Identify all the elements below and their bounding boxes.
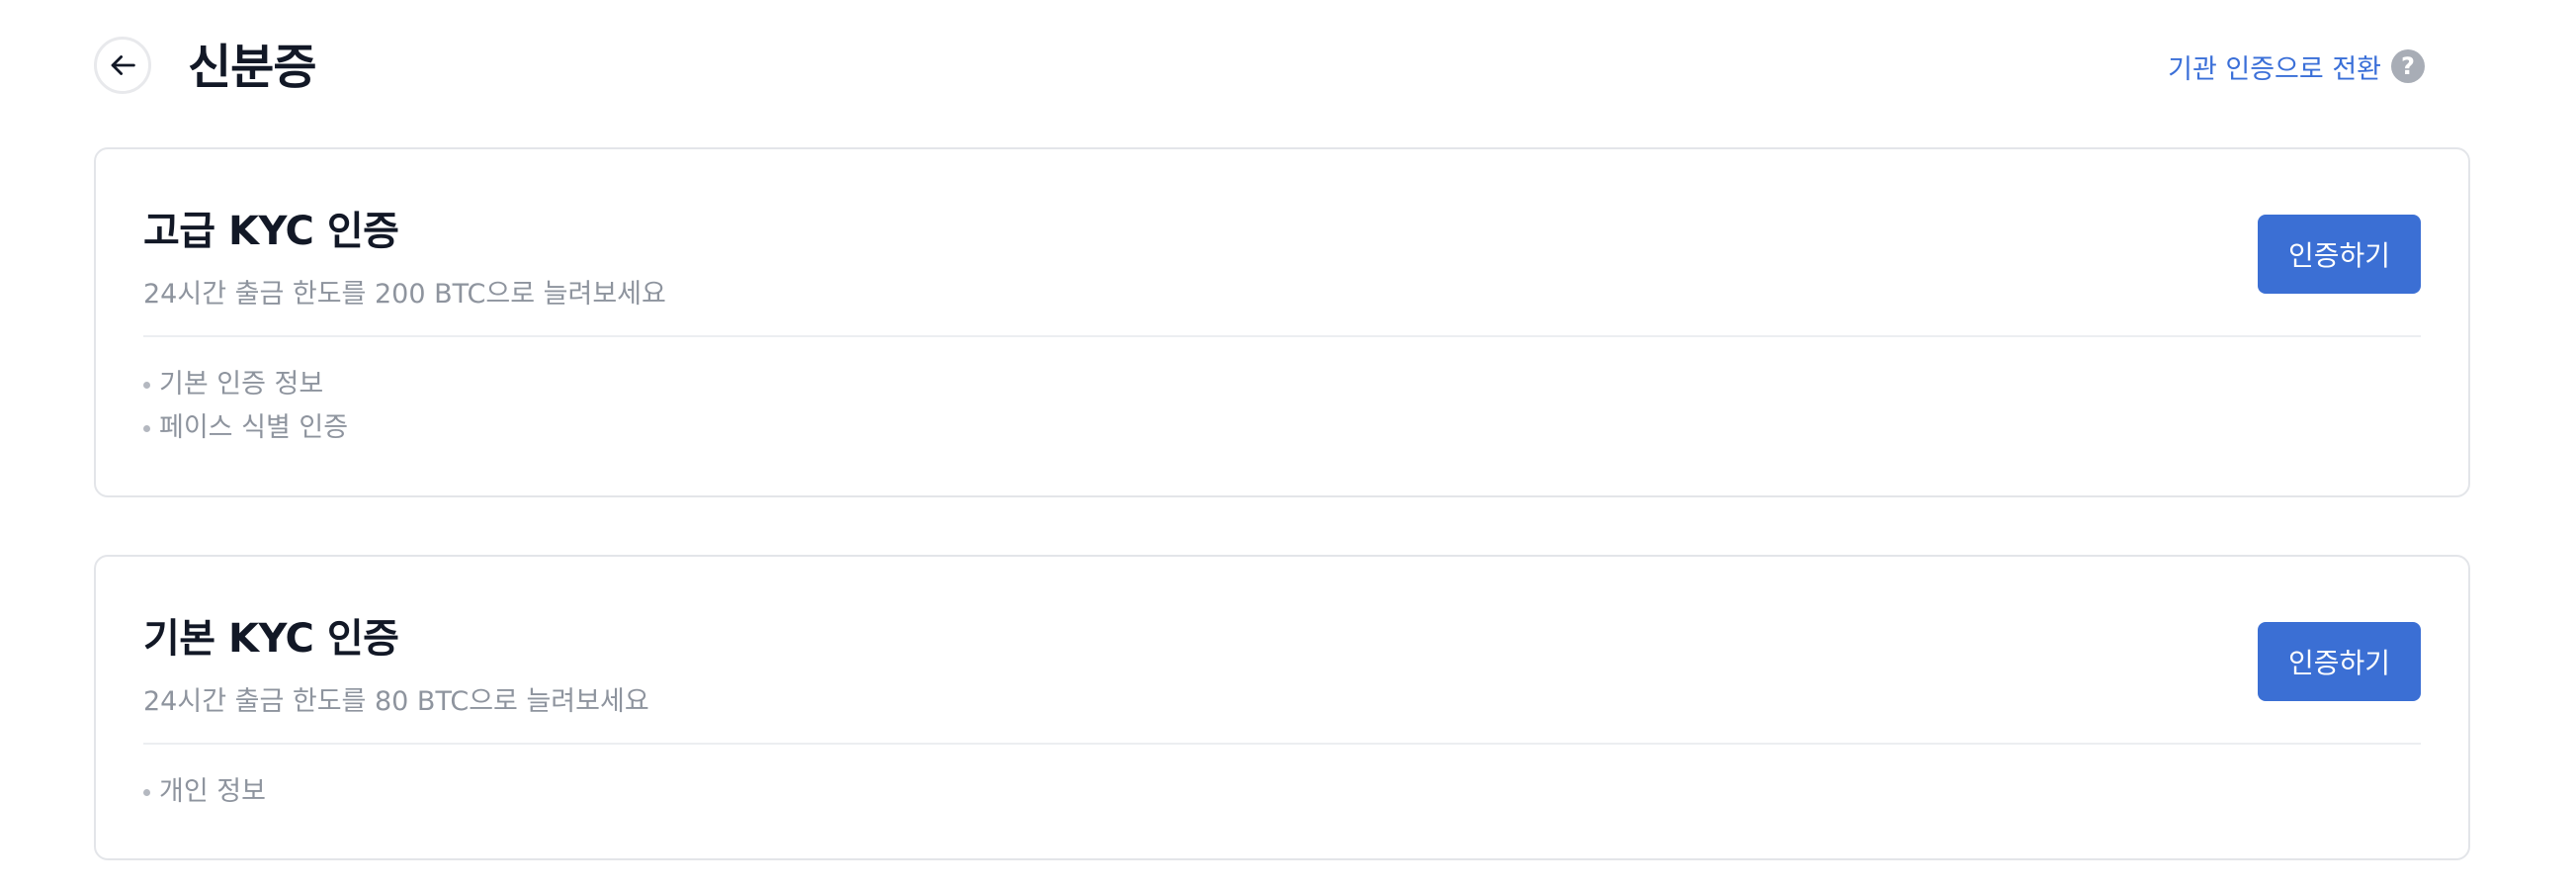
basic-kyc-card: 기본 KYC 인증 24시간 출금 한도를 80 BTC으로 늘려보세요 인증하… [94,555,2470,860]
page-title: 신분증 [188,40,316,95]
requirement-list: 기본 인증 정보 페이스 식별 인증 [143,363,348,450]
switch-to-institution-label: 기관 인증으로 전환 [2168,53,2381,85]
back-button[interactable] [94,37,151,94]
requirement-item: 기본 인증 정보 [143,363,348,406]
requirement-label: 페이스 식별 인증 [159,412,349,443]
bullet-dot-icon [143,381,150,389]
bullet-dot-icon [143,788,150,796]
bullet-dot-icon [143,424,150,432]
requirement-label: 개인 정보 [159,776,266,807]
card-divider [143,335,2421,337]
requirement-item: 페이스 식별 인증 [143,406,348,450]
requirement-list: 개인 정보 [143,770,266,814]
page-header: 신분증 기관 인증으로 전환 ? [94,37,2425,100]
switch-to-institution-link[interactable]: 기관 인증으로 전환 ? [2168,46,2425,86]
basic-kyc-verify-button[interactable]: 인증하기 [2258,622,2421,701]
requirement-label: 기본 인증 정보 [159,369,324,400]
advanced-kyc-verify-button[interactable]: 인증하기 [2258,215,2421,294]
card-title: 기본 KYC 인증 [143,616,399,662]
card-divider [143,743,2421,745]
question-circle-icon[interactable]: ? [2391,49,2425,83]
advanced-kyc-card: 고급 KYC 인증 24시간 출금 한도를 200 BTC으로 늘려보세요 인증… [94,147,2470,497]
card-title: 고급 KYC 인증 [143,209,399,254]
card-subtitle: 24시간 출금 한도를 80 BTC으로 늘려보세요 [143,686,649,717]
arrow-left-icon [111,55,135,75]
card-subtitle: 24시간 출금 한도를 200 BTC으로 늘려보세요 [143,279,666,310]
requirement-item: 개인 정보 [143,770,266,814]
